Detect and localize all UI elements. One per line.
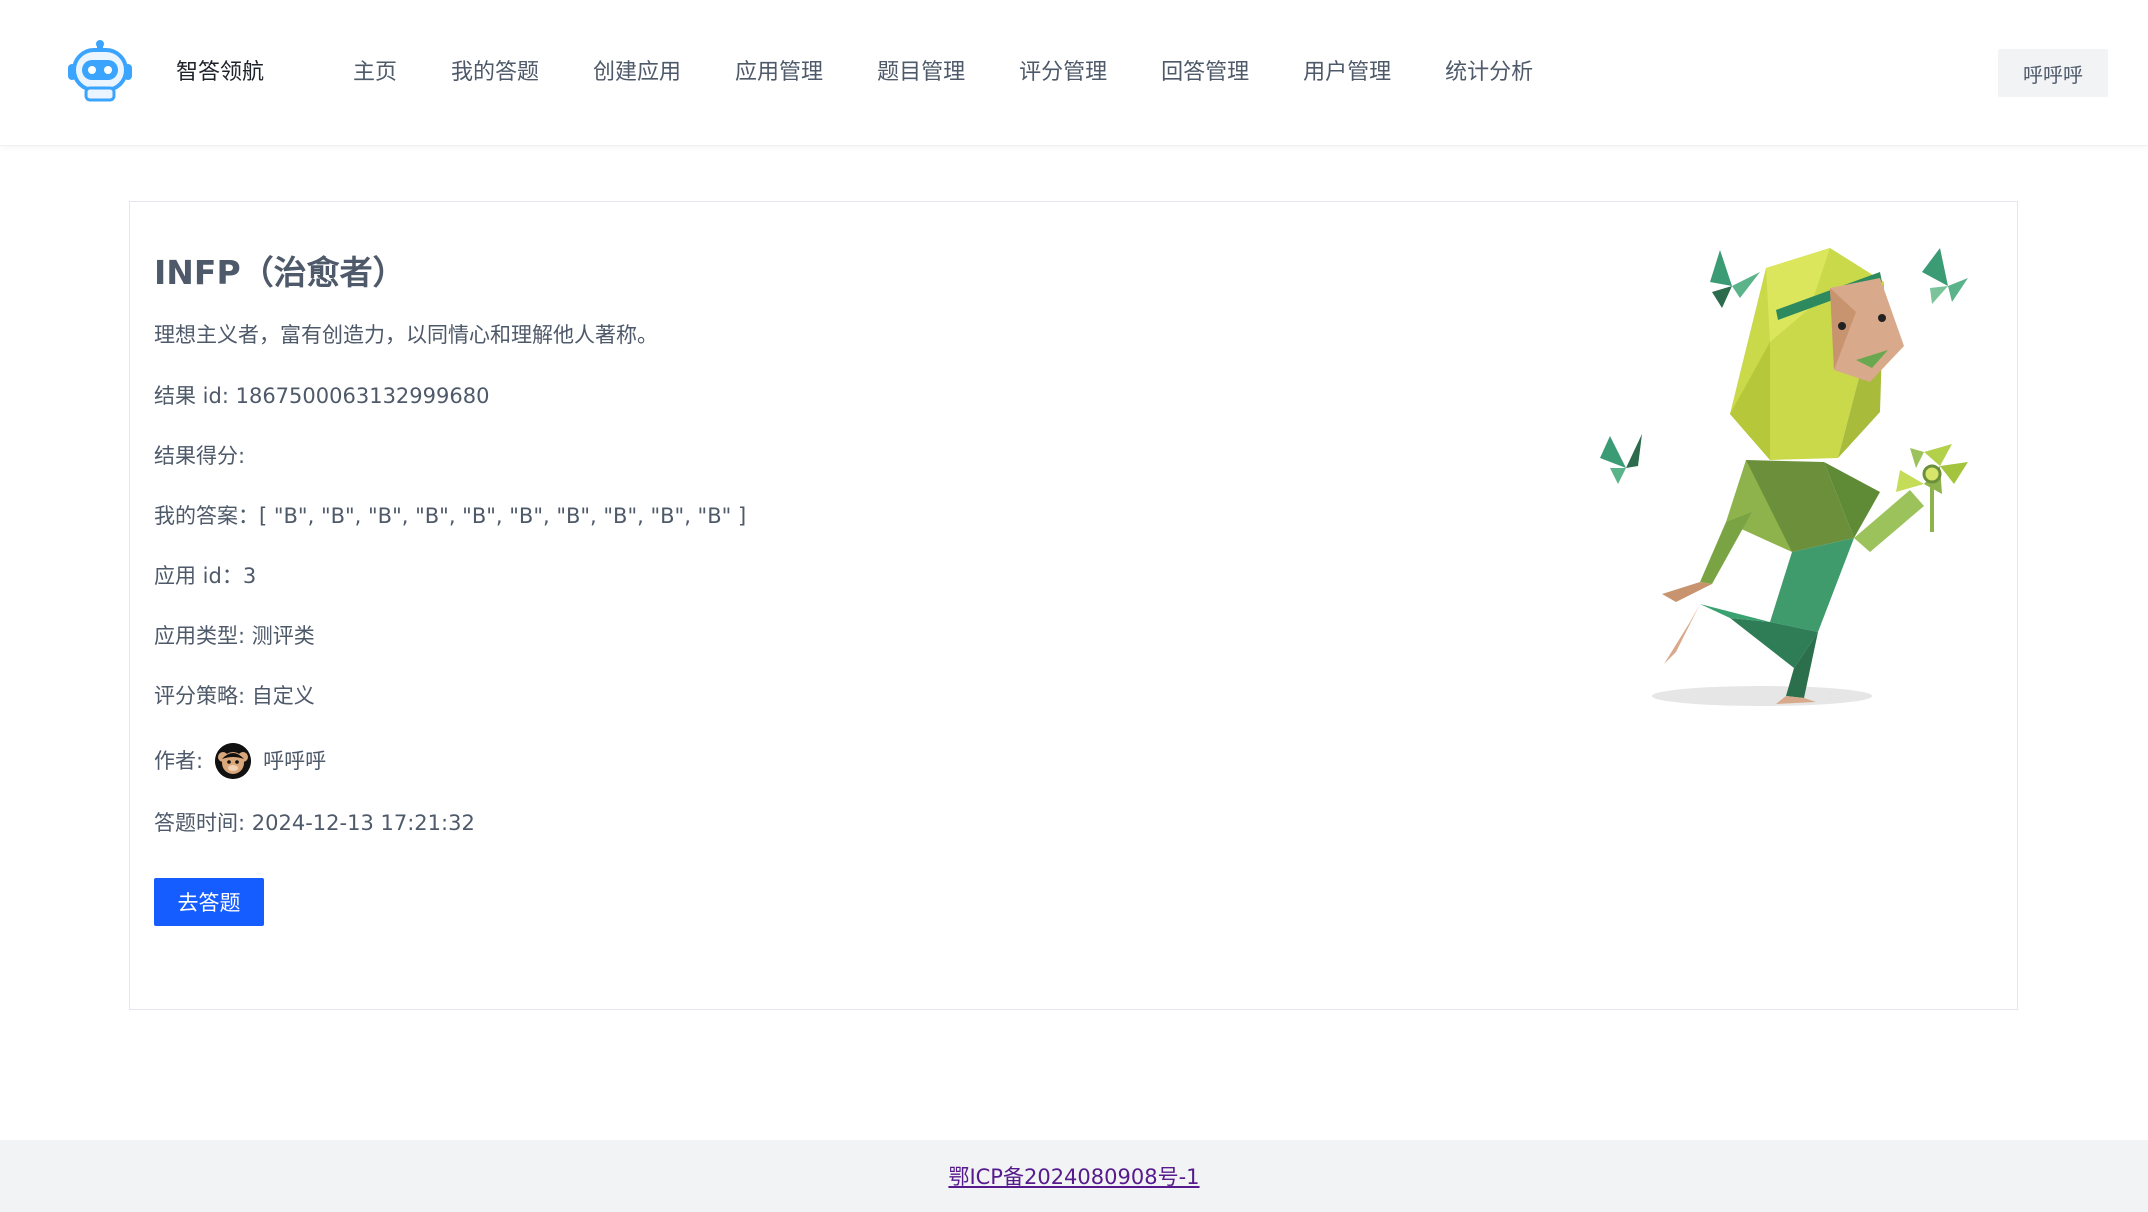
my-answers-row: 我的答案：[ "B", "B", "B", "B", "B", "B", "B"… xyxy=(154,501,746,531)
app-type-label: 应用类型: xyxy=(154,624,252,648)
nav-item-user-manage[interactable]: 用户管理 xyxy=(1276,52,1418,94)
nav-item-statistics[interactable]: 统计分析 xyxy=(1418,52,1560,94)
author-avatar xyxy=(215,743,252,779)
author-label: 作者: xyxy=(154,749,204,773)
scoring-strategy-value: 自定义 xyxy=(251,684,315,708)
go-answer-button[interactable]: 去答题 xyxy=(154,878,264,926)
robot-logo-icon[interactable] xyxy=(66,38,134,102)
result-illustration xyxy=(1580,222,2020,722)
nav-item-score-manage[interactable]: 评分管理 xyxy=(992,52,1134,94)
footer: 鄂ICP备2024080908号-1 xyxy=(0,1140,2148,1212)
result-id-value: 1867500063132999680 xyxy=(235,384,490,408)
answer-time-label: 答题时间: xyxy=(154,811,252,835)
user-menu-button[interactable]: 呼呼呼 xyxy=(1998,49,2108,97)
result-card: INFP（治愈者） 理想主义者，富有创造力，以同情心和理解他人著称。 结果 id… xyxy=(129,201,2018,1010)
nav-item-my-answers[interactable]: 我的答题 xyxy=(424,52,566,94)
result-title: INFP（治愈者） xyxy=(154,253,406,292)
my-answers-value: [ "B", "B", "B", "B", "B", "B", "B", "B"… xyxy=(259,504,747,528)
nav-item-home[interactable]: 主页 xyxy=(326,52,424,94)
scoring-strategy-row: 评分策略: 自定义 xyxy=(154,681,315,711)
butterfly-icon xyxy=(1600,434,1642,484)
author-name: 呼呼呼 xyxy=(263,749,327,773)
scoring-strategy-label: 评分策略: xyxy=(154,684,252,708)
main-nav: 主页 我的答题 创建应用 应用管理 题目管理 评分管理 回答管理 用户管理 统计… xyxy=(326,52,1560,94)
result-id-row: 结果 id: 1867500063132999680 xyxy=(154,381,489,411)
result-description: 理想主义者，富有创造力，以同情心和理解他人著称。 xyxy=(154,323,658,347)
app-id-row: 应用 id：3 xyxy=(154,561,256,591)
butterfly-icon xyxy=(1922,248,1968,304)
icp-link[interactable]: 鄂ICP备2024080908号-1 xyxy=(948,1161,1199,1191)
nav-item-answer-manage[interactable]: 回答管理 xyxy=(1134,52,1276,94)
my-answers-label: 我的答案： xyxy=(154,504,259,528)
app-id-label: 应用 id： xyxy=(154,564,243,588)
app-type-value: 测评类 xyxy=(251,624,315,648)
nav-item-question-manage[interactable]: 题目管理 xyxy=(850,52,992,94)
answer-time-row: 答题时间: 2024-12-13 17:21:32 xyxy=(154,808,475,838)
app-id-value: 3 xyxy=(242,564,257,588)
result-score-label: 结果得分: xyxy=(154,444,246,468)
brand-name: 智答领航 xyxy=(176,60,265,85)
nav-item-create-app[interactable]: 创建应用 xyxy=(566,52,708,94)
nav-item-app-manage[interactable]: 应用管理 xyxy=(708,52,850,94)
top-navbar: 智答领航 主页 我的答题 创建应用 应用管理 题目管理 评分管理 回答管理 用户… xyxy=(0,0,2148,146)
app-type-row: 应用类型: 测评类 xyxy=(154,621,315,651)
author-row: 作者: 呼呼呼 xyxy=(154,743,326,779)
result-id-label: 结果 id: xyxy=(154,384,236,408)
result-score-row: 结果得分: xyxy=(154,441,245,471)
butterfly-icon xyxy=(1710,250,1760,308)
answer-time-value: 2024-12-13 17:21:32 xyxy=(251,811,475,835)
